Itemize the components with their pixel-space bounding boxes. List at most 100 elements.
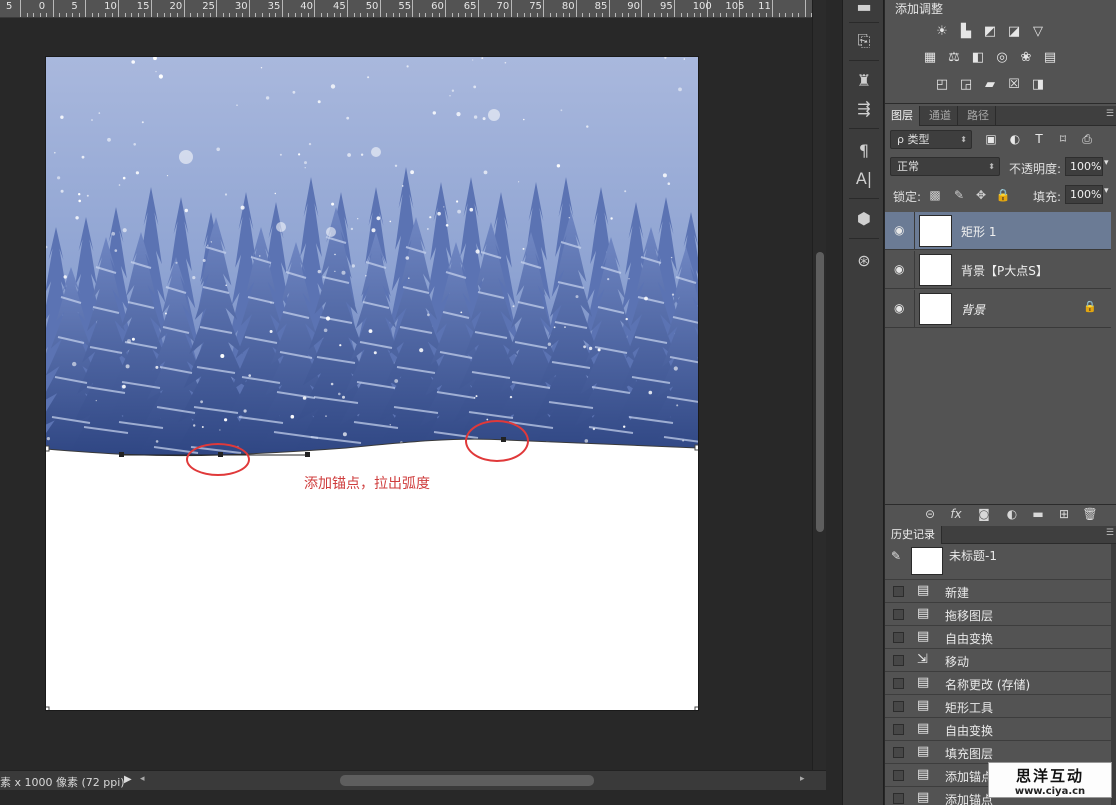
history-checkbox[interactable] [893,701,904,712]
panel-menu-icon[interactable]: ☰ [1106,109,1114,119]
layer-row-background[interactable]: ◉ 背景 🔒 [885,290,1111,328]
exposure-icon[interactable]: ◪ [1005,24,1023,40]
filter-adjustment-icon[interactable]: ◐ [1007,132,1023,146]
filter-shape-icon[interactable]: ⌑ [1055,132,1071,146]
layer-thumbnail [919,293,952,325]
layer-style-icon[interactable]: fx [947,507,965,521]
info-panel-icon[interactable]: ▬ [851,0,877,20]
tab-paths[interactable]: 路径 [961,106,996,126]
filter-smart-object-icon[interactable]: ⎙ [1079,132,1095,147]
tab-channels[interactable]: 通道 [923,106,958,126]
filter-type-icon[interactable]: T [1031,132,1047,146]
gradient-map-icon[interactable]: ☒ [1005,77,1023,93]
history-step[interactable]: ▤ 自由变换 [885,626,1111,649]
history-step[interactable]: ⇲ 移动 [885,649,1111,672]
snowflake [131,60,135,64]
photo-filter-icon[interactable]: ◎ [993,50,1011,66]
layer-row-rectangle[interactable]: ◉ 矩形 1 [885,212,1111,250]
history-step[interactable]: ▤ 拖移图层 [885,603,1111,626]
status-menu-arrow[interactable]: ▶ [124,774,132,785]
hue-saturation-icon[interactable]: ▦ [921,50,939,66]
lock-transparent-icon[interactable]: ▩ [927,188,943,202]
delete-layer-icon[interactable]: 🗑 [1081,507,1099,521]
lock-position-icon[interactable]: ✥ [973,188,989,202]
invert-icon[interactable]: ◰ [933,77,951,93]
history-brush-source-icon[interactable]: ✎ [891,549,901,563]
scroll-left-icon[interactable]: ◂ [140,774,145,784]
vertical-scrollbar[interactable] [812,0,826,770]
posterize-icon[interactable]: ◲ [957,77,975,93]
brightness-icon[interactable]: ☀ [933,24,951,40]
selective-color-icon[interactable]: ◨ [1029,77,1047,93]
ruler-minor-tick [294,13,296,17]
annotation-text: 添加锚点，拉出弧度 [304,476,430,492]
timeline-icon[interactable]: ⊛ [851,248,877,274]
character-icon[interactable]: A| [851,166,877,192]
history-checkbox[interactable] [893,609,904,620]
paragraph-icon[interactable]: ¶ [851,138,877,164]
scroll-right-icon[interactable]: ▸ [800,774,805,784]
history-checkbox[interactable] [893,747,904,758]
snowflake [338,392,341,396]
scrollbar-thumb[interactable] [816,252,824,532]
opacity-input[interactable]: 100% [1065,157,1103,176]
history-step[interactable]: ▤ 名称更改 (存储) [885,672,1111,695]
history-step[interactable]: ▤ 新建 [885,580,1111,603]
opacity-dropdown-icon[interactable]: ▾ [1104,158,1109,168]
color-lookup-icon[interactable]: ▤ [1041,50,1059,66]
history-checkbox[interactable] [893,678,904,689]
panel-menu-icon[interactable]: ☰ [1106,528,1114,538]
visibility-eye-icon[interactable]: ◉ [894,223,904,237]
curves-icon[interactable]: ◩ [981,24,999,40]
tab-layers[interactable]: 图层 [885,106,920,126]
fill-input[interactable]: 100% [1065,185,1103,204]
layer-row-background-photo[interactable]: ◉ 背景【P大点S】 [885,251,1111,289]
history-checkbox[interactable] [893,632,904,643]
history-step[interactable]: ▤ 填充图层 [885,741,1111,764]
new-layer-icon[interactable]: ⊞ [1055,507,1073,521]
ruler-minor-tick [301,13,303,17]
history-checkbox[interactable] [893,655,904,666]
link-layers-icon[interactable]: ⊝ [921,507,939,521]
add-mask-icon[interactable]: ◙ [975,507,993,521]
fill-dropdown-icon[interactable]: ▾ [1104,186,1109,196]
tab-history[interactable]: 历史记录 [885,526,942,544]
filter-pixel-icon[interactable]: ▣ [983,132,999,146]
visibility-eye-icon[interactable]: ◉ [894,301,904,315]
threshold-icon[interactable]: ▰ [981,77,999,93]
new-group-icon[interactable]: ▬ [1029,507,1047,521]
snowflake [488,109,500,121]
ruler-minor-tick [647,13,649,17]
levels-icon[interactable]: ▙ [957,24,975,40]
clone-source-icon[interactable]: ⇶ [851,96,877,122]
lock-image-icon[interactable]: ✎ [951,188,967,202]
new-adjustment-icon[interactable]: ◐ [1003,507,1021,521]
horizontal-scrollbar-thumb[interactable] [340,775,594,786]
layer-filter-select[interactable]: ρ 类型 ⬍ [890,130,972,149]
history-checkbox[interactable] [893,724,904,735]
3d-icon[interactable]: ⬢ [851,206,877,232]
document-area[interactable]: 5 0 5 10 15 20 25 30 35 40 45 50 55 60 65 70 75 80 85 90 95 1… [0,0,826,805]
color-balance-icon[interactable]: ⚖ [945,50,963,66]
horizontal-ruler[interactable]: 5 0 5 10 15 20 25 30 35 40 45 50 55 60 65 70 75 80 85 90 95 1… [0,0,812,18]
snowflake [518,181,520,183]
channel-mixer-icon[interactable]: ❀ [1017,50,1035,66]
blend-mode-select[interactable]: 正常 ⬍ [890,157,1000,176]
canvas-document[interactable]: 添加锚点，拉出弧度 [46,57,698,710]
history-step[interactable]: ▤ 矩形工具 [885,695,1111,718]
visibility-eye-icon[interactable]: ◉ [894,262,904,276]
black-white-icon[interactable]: ◧ [969,50,987,66]
history-checkbox[interactable] [893,793,904,804]
panel-icon-strip: ▬ ⎘ ♜ ⇶ ¶ A| ⬢ ⊛ [842,0,884,805]
lock-all-icon[interactable]: 🔒 [995,188,1011,202]
snowflake [334,270,336,272]
ruler-label: 35 [267,1,281,12]
history-checkbox[interactable] [893,586,904,597]
vibrance-icon[interactable]: ▽ [1029,24,1047,40]
history-step[interactable]: ▤ 自由变换 [885,718,1111,741]
brush-presets-icon[interactable]: ♜ [851,68,877,94]
ruler-label: 0 [38,1,46,12]
history-snapshot[interactable]: ✎ 未标题-1 [885,544,1111,580]
history-brush-icon[interactable]: ⎘ [851,28,877,54]
history-checkbox[interactable] [893,770,904,781]
